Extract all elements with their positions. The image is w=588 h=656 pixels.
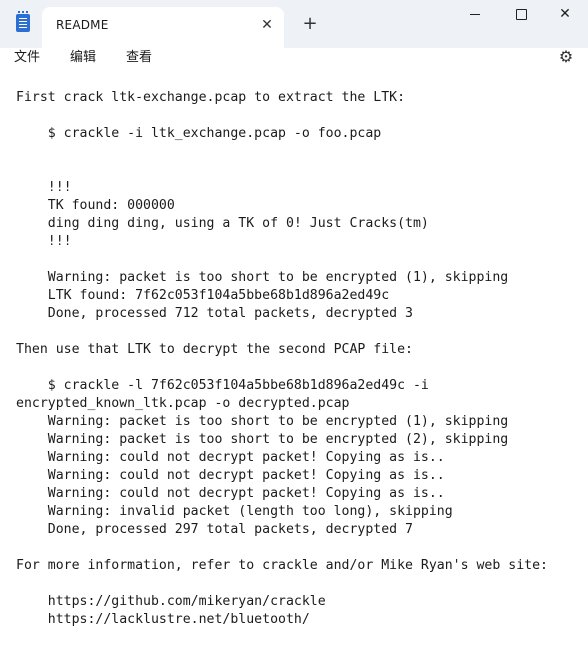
document-line: https://lacklustre.net/bluetooth/ [16,612,310,627]
document-line: Done, processed 297 total packets, decry… [16,522,413,537]
title-bar: README ✕ + ✕ [0,0,588,48]
document-line: $ crackle -l 7f62c053f104a5bbe68b1d896a2… [16,378,429,393]
document-line: TK found: 000000 [16,198,175,213]
document-line: Warning: packet is too short to be encry… [16,270,509,285]
document-line: Warning: packet is too short to be encry… [16,432,509,447]
document-line: First crack ltk-exchange.pcap to extract… [16,90,406,105]
document-line: $ crackle -i ltk_exchange.pcap -o foo.pc… [16,126,382,141]
document-line: Then use that LTK to decrypt the second … [16,342,413,357]
notepad-app-icon [16,11,30,32]
document-line: !!! [16,234,72,249]
tab-title: README [56,18,109,32]
maximize-icon [515,8,527,20]
document-line: Done, processed 712 total packets, decry… [16,306,413,321]
document-line: Warning: invalid packet (length too long… [16,504,453,519]
document-line: For more information, refer to crackle a… [16,558,548,573]
settings-gear-icon[interactable]: ⚙ [557,48,575,66]
text-editor-area[interactable]: First crack ltk-exchange.pcap to extract… [0,80,588,656]
menu-edit[interactable]: 编辑 [70,48,96,81]
close-window-button[interactable]: ✕ [542,0,588,30]
document-line: Warning: could not decrypt packet! Copyi… [16,468,445,483]
menu-view[interactable]: 查看 [126,48,152,81]
maximize-button[interactable] [498,0,544,30]
new-tab-plus-icon[interactable]: + [300,14,320,34]
document-line: LTK found: 7f62c053f104a5bbe68b1d896a2ed… [16,288,390,303]
document-line: Warning: could not decrypt packet! Copyi… [16,450,445,465]
minimize-icon [470,13,480,15]
document-line: https://github.com/mikeryan/crackle [16,594,326,609]
document-line: ding ding ding, using a TK of 0! Just Cr… [16,216,429,231]
tab-readme[interactable]: README ✕ [42,7,284,48]
document-line: Warning: could not decrypt packet! Copyi… [16,486,445,501]
document-line: Warning: packet is too short to be encry… [16,414,509,429]
close-icon: ✕ [559,6,571,22]
document-line: !!! [16,180,72,195]
tab-close-icon[interactable]: ✕ [257,15,277,35]
document-line: encrypted_known_ltk.pcap -o decrypted.pc… [16,396,350,411]
menu-file[interactable]: 文件 [14,48,40,81]
menu-bar: 文件 编辑 查看 ⚙ [0,48,588,80]
minimize-button[interactable] [452,0,498,30]
